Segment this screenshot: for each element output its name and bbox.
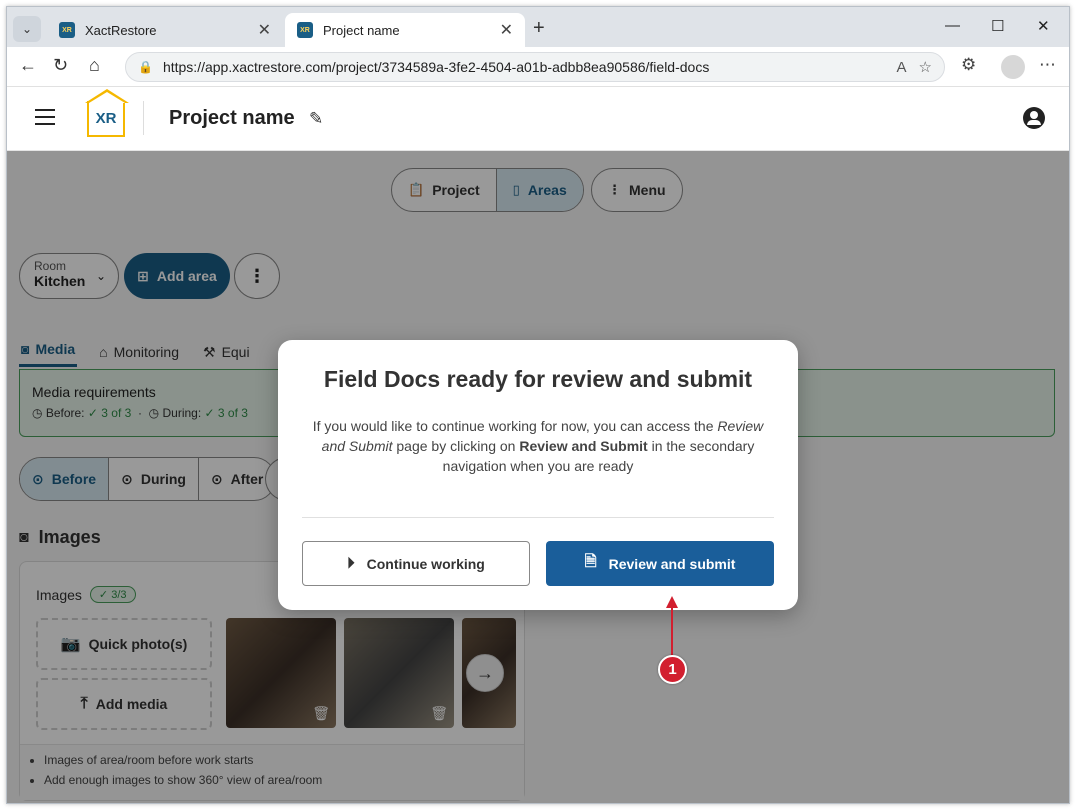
body-text-1: If you would like to continue working fo… <box>312 418 718 434</box>
new-tab-plus-icon[interactable]: + <box>533 17 545 40</box>
dialog-title: Field Docs ready for review and submit <box>323 366 753 392</box>
minimize-icon[interactable]: — <box>945 17 960 34</box>
browser-tab-xactrestore[interactable]: XR XactRestore ✕ <box>47 13 283 47</box>
xr-favicon-icon: XR <box>297 22 313 38</box>
tab-label: XactRestore <box>85 22 157 38</box>
close-tab-icon[interactable]: ✕ <box>500 20 513 40</box>
hamburger-menu-icon[interactable] <box>35 109 55 125</box>
app-area: XR Project name ✎ 📋 Project ▯ Areas ⋮ Menu … <box>7 87 1069 803</box>
pencil-edit-icon[interactable]: ✎ <box>309 109 323 129</box>
tab-bar: ⌄ XR XactRestore ✕ XR Project name ✕ + —… <box>7 7 1069 47</box>
account-circle-icon[interactable] <box>1023 107 1045 129</box>
document-search-icon: 🗎 <box>584 553 597 570</box>
logo-text: XR <box>95 109 117 127</box>
tab-label: Project name <box>323 22 400 38</box>
callout-number-badge: 1 <box>658 655 687 684</box>
url-text: https://app.xactrestore.com/project/3734… <box>162 59 710 75</box>
profile-avatar-icon[interactable] <box>1001 55 1025 79</box>
maximize-icon[interactable]: ☐ <box>991 17 1004 35</box>
home-icon[interactable]: ⌂ <box>89 55 100 76</box>
reload-icon[interactable]: ↻ <box>53 55 68 76</box>
close-tab-icon[interactable]: ✕ <box>258 20 271 40</box>
callout-line <box>671 603 673 655</box>
browser-tab-project[interactable]: XR Project name ✕ <box>285 13 525 47</box>
review-and-submit-button[interactable]: 🗎 Review and submit <box>546 541 774 586</box>
dialog-body: If you would like to continue working fo… <box>308 416 768 476</box>
close-window-icon[interactable]: ✕ <box>1037 17 1050 35</box>
read-aloud-icon[interactable]: A <box>897 59 907 76</box>
continue-working-button[interactable]: ⏵ Continue working <box>302 541 530 586</box>
app-header: XR Project name ✎ <box>7 87 1069 151</box>
favorite-star-icon[interactable]: ☆ <box>919 58 932 76</box>
lock-icon: 🔒 <box>138 60 153 74</box>
dialog-divider <box>302 517 774 518</box>
review-submit-dialog: Field Docs ready for review and submit I… <box>278 340 798 610</box>
body-text-2: page by clicking on <box>392 438 520 454</box>
page-title: Project name <box>169 107 295 129</box>
more-dots-icon[interactable]: ⋯ <box>1039 55 1056 75</box>
review-and-submit-label: Review and submit <box>608 555 736 572</box>
address-bar[interactable]: 🔒 https://app.xactrestore.com/project/37… <box>125 52 945 82</box>
xr-favicon-icon: XR <box>59 22 75 38</box>
body-text-strong: Review and Submit <box>519 438 648 454</box>
extensions-puzzle-icon[interactable]: ⚙ <box>961 55 976 75</box>
tab-actions-chevron-icon[interactable]: ⌄ <box>13 16 41 42</box>
play-step-icon: ⏵ <box>347 555 355 572</box>
browser-window: ⌄ XR XactRestore ✕ XR Project name ✕ + —… <box>6 6 1070 804</box>
xactrestore-logo: XR <box>85 89 129 137</box>
back-arrow-icon[interactable]: ← <box>19 55 37 76</box>
continue-working-label: Continue working <box>366 555 485 572</box>
header-divider <box>143 101 144 135</box>
browser-toolbar: ← ↻ ⌂ 🔒 https://app.xactrestore.com/proj… <box>7 47 1069 87</box>
